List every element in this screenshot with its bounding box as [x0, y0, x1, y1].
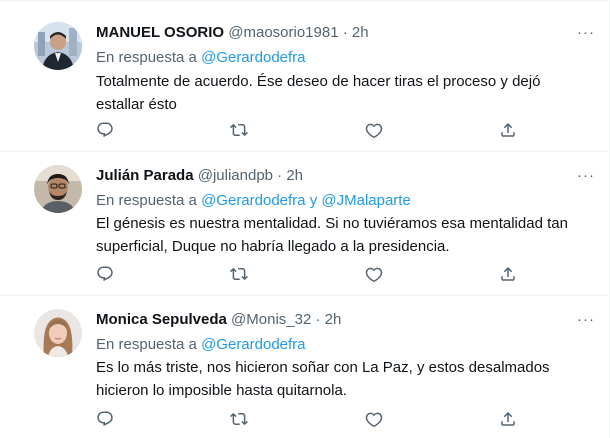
tweet-text: El génesis es nuestra mentalidad. Si no … [96, 215, 568, 255]
share-icon[interactable] [499, 121, 517, 139]
reply-prefix: En respuesta a [96, 192, 197, 209]
retweet-icon[interactable] [230, 265, 248, 283]
reply-prefix: En respuesta a [96, 49, 197, 66]
author-name[interactable]: Julián Parada [96, 167, 194, 184]
timestamp[interactable]: 2h [352, 24, 369, 41]
reply-context: En respuesta a @Gerardodefra [96, 48, 306, 68]
reply-mention-2[interactable]: @JMalaparte [321, 192, 410, 209]
tweet-header: MANUEL OSORIO @maosorio1981 · 2h [96, 23, 369, 43]
timestamp[interactable]: 2h [325, 311, 342, 328]
reply-context: En respuesta a @Gerardodefra [96, 335, 306, 355]
like-icon[interactable] [365, 410, 383, 428]
avatar[interactable] [34, 165, 82, 213]
reply-mention[interactable]: @Gerardodefra [201, 192, 305, 209]
tweet-text: Es lo más triste, nos hicieron soñar con… [96, 359, 550, 399]
author-name[interactable]: MANUEL OSORIO [96, 24, 224, 41]
separator-dot: · [315, 311, 321, 328]
reply-context: En respuesta a @Gerardodefra y @JMalapar… [96, 191, 411, 211]
author-handle[interactable]: @Monis_32 [231, 311, 311, 328]
share-icon[interactable] [499, 410, 517, 428]
reply-prefix: En respuesta a [96, 336, 197, 353]
avatar[interactable] [34, 22, 82, 70]
retweet-icon[interactable] [230, 121, 248, 139]
separator-dot: · [342, 24, 348, 41]
like-icon[interactable] [365, 121, 383, 139]
author-handle[interactable]: @maosorio1981 [228, 24, 338, 41]
reply-separator: y [309, 192, 318, 209]
reply-mention[interactable]: @Gerardodefra [201, 49, 305, 66]
timestamp[interactable]: 2h [286, 167, 303, 184]
reply-mention[interactable]: @Gerardodefra [201, 336, 305, 353]
reply-icon[interactable] [96, 265, 114, 283]
separator-dot: · [277, 167, 283, 184]
author-handle[interactable]: @juliandpb [198, 167, 273, 184]
tweet-text: Totalmente de acuerdo. Ése deseo de hace… [96, 73, 541, 113]
avatar[interactable] [34, 309, 82, 357]
reply-icon[interactable] [96, 410, 114, 428]
tweet-header: Julián Parada @juliandpb · 2h [96, 166, 303, 186]
share-icon[interactable] [499, 265, 517, 283]
more-options-icon[interactable]: ··· [577, 310, 595, 330]
reply-icon[interactable] [96, 121, 114, 139]
tweet-julian-parada[interactable]: Julián Parada @juliandpb · 2h ··· En res… [0, 152, 609, 296]
retweet-icon[interactable] [230, 410, 248, 428]
more-options-icon[interactable]: ··· [577, 166, 595, 186]
author-name[interactable]: Monica Sepulveda [96, 311, 227, 328]
tweet-manuel-osorio[interactable]: MANUEL OSORIO @maosorio1981 · 2h ··· En … [0, 0, 609, 152]
like-icon[interactable] [365, 265, 383, 283]
tweet-monica-sepulveda[interactable]: Monica Sepulveda @Monis_32 · 2h ··· En r… [0, 296, 609, 438]
tweet-header: Monica Sepulveda @Monis_32 · 2h [96, 310, 341, 330]
more-options-icon[interactable]: ··· [577, 23, 595, 43]
